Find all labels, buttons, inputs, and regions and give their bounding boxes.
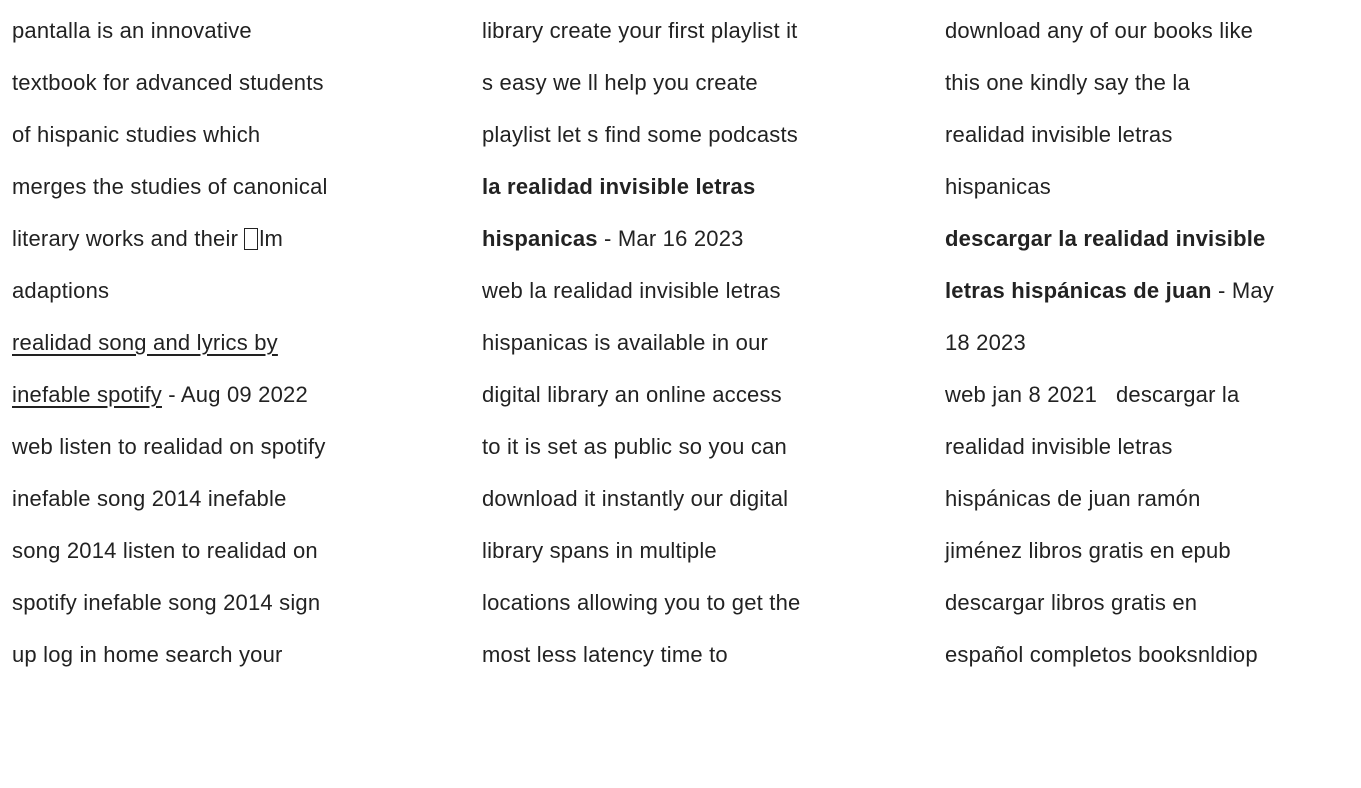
result-title: la realidad invisible letras [482, 174, 756, 199]
document-page: pantalla is an innovative textbook for a… [0, 0, 1361, 788]
text-line: merges the studies of canonical [12, 174, 328, 199]
text-line: library create your first playlist it [482, 18, 798, 43]
text-line: adaptions [12, 278, 110, 303]
text-line: digital library an online access [482, 382, 782, 407]
text-column-3: download any of our books like this one … [945, 5, 1361, 681]
text-line: library spans in multiple [482, 538, 717, 563]
text-line: hispanicas - Mar 16 2023 [482, 213, 922, 265]
paragraph-download: download any of our books like this one … [945, 5, 1361, 213]
text-line: textbook for advanced students [12, 70, 324, 95]
result-date: - May [1211, 278, 1274, 303]
text-line: spotify inefable song 2014 sign [12, 590, 321, 615]
text-line: hispanicas is available in our [482, 330, 769, 355]
text-line: to it is set as public so you can [482, 434, 787, 459]
text-line: descargar la realidad invisible [945, 213, 1361, 265]
result-link[interactable]: inefable spotify [12, 382, 162, 407]
search-result-realidad: la realidad invisible letras hispanicas … [482, 161, 922, 681]
result-title: letras hispánicas de juan [945, 278, 1212, 303]
result-date: - Mar 16 2023 [597, 226, 744, 251]
text-line: hispánicas de juan ramón [945, 486, 1201, 511]
text-line: la realidad invisible letras [482, 161, 922, 213]
text-line: download it instantly our digital [482, 486, 789, 511]
text-line: web listen to realidad on spotify [12, 434, 326, 459]
text-line: literary works and their lm [12, 213, 452, 265]
search-result-descargar: descargar la realidad invisible letras h… [945, 213, 1361, 681]
text-line: of hispanic studies which [12, 122, 261, 147]
text-line: descargar libros gratis en [945, 590, 1198, 615]
text-line: pantalla is an innovative [12, 18, 252, 43]
text-line: locations allowing you to get the [482, 590, 801, 615]
text-line: song 2014 listen to realidad on [12, 538, 318, 563]
result-link[interactable]: realidad song and lyrics by [12, 330, 278, 355]
text-line: español completos booksnldiop [945, 642, 1258, 667]
text-line: letras hispánicas de juan - May [945, 265, 1361, 317]
result-date: - Aug 09 2022 [161, 382, 308, 407]
text-line: up log in home search your [12, 642, 283, 667]
text-column-1: pantalla is an innovative textbook for a… [12, 5, 452, 681]
text-column-2: library create your first playlist it s … [482, 5, 922, 681]
text-line: this one kindly say the la [945, 70, 1190, 95]
text-line: web la realidad invisible letras [482, 278, 781, 303]
text-line: jiménez libros gratis en epub [945, 538, 1231, 563]
text-line: hispanicas [945, 174, 1051, 199]
search-result-spotify: realidad song and lyrics by inefable spo… [12, 317, 452, 681]
text-line: web jan 8 2021 descargar la [945, 382, 1240, 407]
text-fragment: lm [259, 226, 284, 251]
text-line: inefable spotify - Aug 09 2022 [12, 369, 452, 421]
text-line: most less latency time to [482, 642, 728, 667]
text-line: realidad song and lyrics by [12, 317, 452, 369]
text-line: download any of our books like [945, 18, 1254, 43]
text-line: inefable song 2014 inefable [12, 486, 287, 511]
text-line: realidad invisible letras [945, 122, 1173, 147]
result-title: descargar la realidad invisible [945, 226, 1266, 251]
result-title: hispanicas [482, 226, 598, 251]
paragraph-playlist: library create your first playlist it s … [482, 5, 922, 161]
text-line: realidad invisible letras [945, 434, 1173, 459]
text-line: playlist let s find some podcasts [482, 122, 798, 147]
paragraph-description: pantalla is an innovative textbook for a… [12, 5, 452, 317]
text-line: 18 2023 [945, 330, 1026, 355]
text-fragment: literary works and their [12, 226, 245, 251]
missing-glyph-icon [244, 228, 259, 250]
text-line: s easy we ll help you create [482, 70, 758, 95]
